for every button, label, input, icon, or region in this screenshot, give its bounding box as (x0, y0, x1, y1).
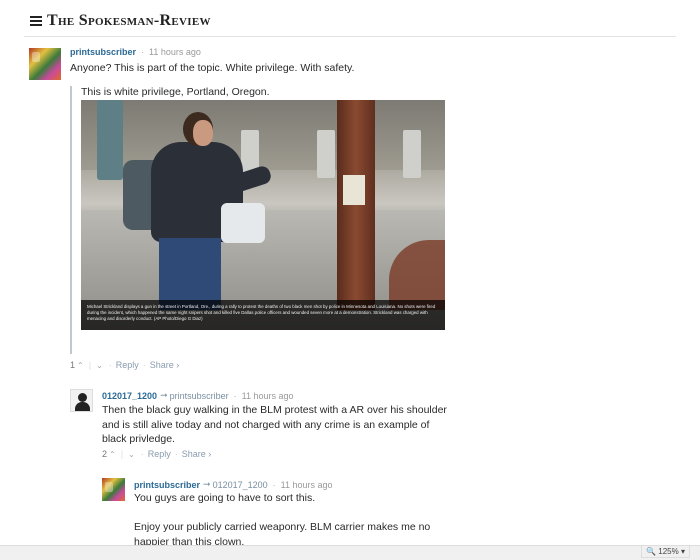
quote-bar (70, 86, 72, 354)
comment-author[interactable]: printsubscriber (134, 480, 200, 490)
quote-text: This is white privilege, Portland, Orego… (81, 86, 270, 98)
avatar[interactable] (70, 389, 93, 412)
zoom-control[interactable]: 🔍 125% ▾ (641, 545, 690, 558)
header-divider (24, 36, 676, 37)
chevron-down-icon: ▾ (680, 547, 685, 556)
comment-time[interactable]: 11 hours ago (242, 391, 294, 401)
photo-caption: Michael Strickland displays a gun in the… (87, 304, 436, 321)
reply-to-user[interactable]: printsubscriber (170, 391, 229, 401)
site-logo[interactable]: The Spokesman-Review (47, 12, 211, 30)
status-bar (0, 545, 700, 560)
share-link[interactable]: Share › (150, 360, 180, 370)
downvote-icon[interactable]: ⌄ (128, 450, 135, 459)
masthead: The Spokesman-Review (30, 11, 211, 31)
reply-arrow-icon: ➞ (160, 390, 168, 400)
comment-actions: 2 ⌃ | ⌄ · Reply · Share › (102, 449, 212, 459)
reply-to-user[interactable]: 012017_1200 (213, 480, 268, 490)
upvote-icon[interactable]: ⌃ (77, 361, 84, 370)
avatar[interactable] (29, 48, 61, 80)
avatar[interactable] (102, 478, 125, 501)
comment-time[interactable]: 11 hours ago (149, 47, 201, 57)
share-link[interactable]: Share › (182, 449, 212, 459)
zoom-icon: 🔍 (646, 547, 657, 556)
comment-text: You guys are going to have to sort this.… (134, 492, 431, 548)
comment-meta: printsubscriber ➞ 012017_1200 · 11 hours… (134, 479, 333, 490)
vote-count: 1 (70, 360, 76, 370)
zoom-level: 125% (658, 547, 679, 556)
comment-time[interactable]: 11 hours ago (281, 480, 333, 490)
comment-meta: 012017_1200 ➞ printsubscriber · 11 hours… (102, 390, 294, 401)
comment-author[interactable]: printsubscriber (70, 47, 136, 57)
embedded-photo[interactable]: Michael Strickland displays a gun in the… (81, 100, 445, 330)
upvote-icon[interactable]: ⌃ (109, 450, 116, 459)
menu-icon[interactable] (30, 16, 42, 26)
reply-arrow-icon: ➞ (203, 479, 211, 489)
comment-text: Then the black guy walking in the BLM pr… (102, 404, 447, 446)
reply-link[interactable]: Reply (116, 360, 139, 370)
downvote-icon[interactable]: ⌄ (96, 361, 103, 370)
comment-meta: printsubscriber · 11 hours ago (70, 47, 201, 57)
reply-link[interactable]: Reply (148, 449, 171, 459)
comment-actions: 1 ⌃ | ⌄ · Reply · Share › (70, 360, 180, 370)
vote-count: 2 (102, 449, 108, 459)
comment-author[interactable]: 012017_1200 (102, 391, 157, 401)
comment-text: Anyone? This is part of the topic. White… (70, 62, 355, 74)
photo-caption-box: Michael Strickland displays a gun in the… (81, 300, 445, 330)
